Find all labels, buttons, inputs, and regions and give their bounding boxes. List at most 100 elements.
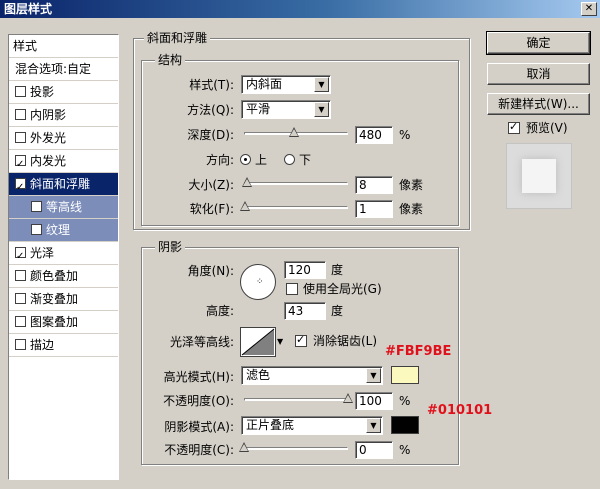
size-label: 大小(Z): bbox=[188, 178, 234, 192]
window-title: 图层样式 bbox=[4, 2, 53, 16]
highlight-color-annotation: #FBF9BE bbox=[385, 344, 452, 359]
technique-select[interactable]: 平滑 ▼ bbox=[241, 100, 331, 119]
altitude-input[interactable]: 43 bbox=[284, 302, 326, 320]
direction-up-label: 上 bbox=[255, 153, 268, 167]
shadow-opacity-slider[interactable] bbox=[239, 442, 348, 456]
style-list-item[interactable]: 描边 bbox=[9, 334, 118, 357]
soften-label: 软化(F): bbox=[189, 202, 234, 216]
checkbox-icon[interactable] bbox=[15, 176, 26, 199]
highlight-mode-select[interactable]: 滤色 ▼ bbox=[241, 366, 383, 385]
depth-label: 深度(D): bbox=[187, 128, 234, 142]
size-slider[interactable] bbox=[242, 177, 348, 191]
soften-slider-thumb[interactable] bbox=[240, 201, 250, 211]
style-list-item[interactable]: 图案叠加 bbox=[9, 311, 118, 334]
highlight-opacity-input[interactable]: 100 bbox=[355, 392, 393, 410]
preview-label: 预览(V) bbox=[526, 121, 568, 135]
antialias-label: 消除锯齿(L) bbox=[313, 334, 378, 348]
cancel-button[interactable]: 取消 bbox=[487, 63, 590, 85]
soften-input[interactable]: 1 bbox=[355, 200, 393, 218]
antialias-checkbox[interactable] bbox=[295, 333, 307, 347]
size-unit: 像素 bbox=[399, 178, 424, 192]
highlight-opacity-thumb[interactable] bbox=[343, 393, 353, 403]
checkbox-icon[interactable] bbox=[15, 316, 26, 327]
style-list-item-label: 描边 bbox=[30, 338, 55, 352]
style-list-item-label: 混合选项:自定 bbox=[15, 62, 92, 76]
style-list-item-label: 投影 bbox=[30, 85, 55, 99]
checkbox-icon[interactable] bbox=[15, 339, 26, 350]
depth-unit: % bbox=[399, 128, 411, 142]
checkbox-icon[interactable] bbox=[15, 293, 26, 304]
gloss-contour-picker[interactable] bbox=[240, 327, 276, 357]
size-slider-thumb[interactable] bbox=[242, 177, 252, 187]
style-list-item[interactable]: 等高线 bbox=[9, 196, 118, 219]
shadow-mode-label: 阴影模式(A): bbox=[164, 420, 234, 434]
style-list-item[interactable]: 渐变叠加 bbox=[9, 288, 118, 311]
style-list-item[interactable]: 外发光 bbox=[9, 127, 118, 150]
depth-input[interactable]: 480 bbox=[355, 126, 393, 144]
title-bar: 图层样式 ✕ bbox=[0, 0, 600, 18]
shadow-opacity-label: 不透明度(C): bbox=[164, 443, 234, 457]
style-list-item[interactable]: 混合选项:自定 bbox=[9, 58, 118, 81]
angle-label: 角度(N): bbox=[187, 264, 234, 278]
checkbox-icon[interactable] bbox=[31, 201, 42, 212]
ok-button[interactable]: 确定 bbox=[486, 31, 591, 55]
style-list-item-label: 内阴影 bbox=[30, 108, 67, 122]
direction-up-radio[interactable]: 上 bbox=[240, 151, 267, 169]
style-list-item-label: 图案叠加 bbox=[30, 315, 79, 329]
depth-slider[interactable] bbox=[244, 127, 348, 141]
technique-label: 方法(Q): bbox=[187, 103, 234, 117]
shadow-opacity-unit: % bbox=[399, 443, 411, 457]
altitude-label: 高度: bbox=[205, 304, 234, 318]
shadow-color-annotation: #010101 bbox=[427, 403, 493, 418]
new-style-button[interactable]: 新建样式(W)... bbox=[487, 93, 590, 115]
shadow-opacity-input[interactable]: 0 bbox=[355, 441, 393, 459]
style-list-item[interactable]: 纹理 bbox=[9, 219, 118, 242]
size-input[interactable]: 8 bbox=[355, 176, 393, 194]
structure-title: 结构 bbox=[155, 53, 186, 67]
shading-title: 阴影 bbox=[155, 240, 186, 254]
checkbox-icon[interactable] bbox=[15, 109, 26, 120]
preview-checkbox[interactable] bbox=[508, 120, 520, 134]
direction-label: 方向: bbox=[205, 153, 234, 167]
contour-curve-icon bbox=[241, 328, 275, 356]
altitude-unit: 度 bbox=[331, 304, 344, 318]
angle-dial[interactable]: ⁘ bbox=[240, 264, 276, 300]
highlight-opacity-unit: % bbox=[399, 394, 411, 408]
highlight-opacity-label: 不透明度(O): bbox=[163, 394, 234, 408]
chevron-down-icon: ▼ bbox=[314, 102, 329, 117]
chevron-down-icon[interactable]: ▼ bbox=[277, 334, 287, 350]
style-list-item-label: 渐变叠加 bbox=[30, 292, 79, 306]
checkbox-icon[interactable] bbox=[15, 153, 26, 176]
close-button[interactable]: ✕ bbox=[581, 2, 597, 16]
depth-slider-thumb[interactable] bbox=[289, 127, 299, 137]
shadow-mode-value: 正片叠底 bbox=[246, 418, 295, 432]
style-list-item[interactable]: 颜色叠加 bbox=[9, 265, 118, 288]
style-list-item-label: 内发光 bbox=[30, 154, 67, 168]
global-light-checkbox[interactable] bbox=[286, 283, 298, 295]
chevron-down-icon: ▼ bbox=[366, 418, 381, 433]
shadow-mode-select[interactable]: 正片叠底 ▼ bbox=[241, 416, 383, 435]
style-list-item[interactable]: 内发光 bbox=[9, 150, 118, 176]
checkbox-icon[interactable] bbox=[15, 270, 26, 281]
angle-input[interactable]: 120 bbox=[284, 261, 326, 279]
checkbox-icon[interactable] bbox=[15, 245, 26, 268]
shadow-opacity-thumb[interactable] bbox=[239, 442, 249, 452]
radio-icon bbox=[240, 154, 251, 165]
style-list-item[interactable]: 光泽 bbox=[9, 242, 118, 268]
style-list-header[interactable]: 样式 bbox=[9, 35, 118, 58]
checkbox-icon[interactable] bbox=[15, 86, 26, 97]
style-list-item-label: 颜色叠加 bbox=[30, 269, 79, 283]
style-list-item[interactable]: 斜面和浮雕 bbox=[9, 173, 118, 199]
technique-select-value: 平滑 bbox=[246, 102, 271, 116]
highlight-opacity-slider[interactable] bbox=[244, 393, 353, 407]
highlight-mode-label: 高光模式(H): bbox=[163, 370, 234, 384]
checkbox-icon[interactable] bbox=[31, 224, 42, 235]
highlight-color-swatch[interactable] bbox=[391, 366, 419, 384]
style-list-item[interactable]: 投影 bbox=[9, 81, 118, 104]
direction-down-radio[interactable]: 下 bbox=[284, 151, 311, 169]
shadow-color-swatch[interactable] bbox=[391, 416, 419, 434]
style-select[interactable]: 内斜面 ▼ bbox=[241, 75, 331, 94]
checkbox-icon[interactable] bbox=[15, 132, 26, 143]
style-list-item[interactable]: 内阴影 bbox=[9, 104, 118, 127]
soften-slider[interactable] bbox=[240, 201, 348, 215]
